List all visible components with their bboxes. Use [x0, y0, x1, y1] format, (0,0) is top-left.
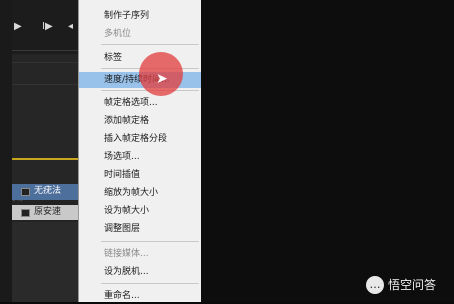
step-back-icon[interactable]: ◂: [68, 22, 73, 32]
menu-separator: [101, 44, 199, 45]
speech-bubble-icon: …: [366, 276, 384, 294]
menu-item-set-to-frame-size[interactable]: 设为帧大小: [79, 203, 201, 219]
menu-item-label-submenu[interactable]: 标签: [79, 50, 201, 66]
menu-item-adjustment-layer[interactable]: 调整图层: [79, 221, 201, 237]
menu-item-label: 场选项...: [104, 152, 140, 162]
track-line: [12, 62, 78, 63]
program-monitor: [201, 0, 454, 302]
menu-item-link-media[interactable]: 链接媒体...: [79, 246, 201, 262]
watermark-text: 悟空问答: [388, 278, 437, 292]
divider: [12, 50, 78, 51]
transport-bar: ▶ I▶ ◂: [12, 0, 78, 54]
menu-item-label: 插入帧定格分段: [104, 134, 168, 144]
menu-item-label: 标签: [104, 53, 123, 63]
menu-item-scale-to-frame-size[interactable]: 缩放为帧大小: [79, 185, 201, 201]
play-icon[interactable]: ▶: [14, 22, 22, 32]
menu-item-label: 链接媒体...: [104, 249, 149, 259]
menu-item-label: 添加帧定格: [104, 116, 150, 126]
timeline-editor: ▶ I▶ ◂ 刻 无疣法 原安速: [12, 0, 78, 302]
menu-item-label: 设为脱机...: [104, 267, 149, 277]
menu-item-label: 设为帧大小: [104, 206, 150, 216]
track-line: [12, 84, 78, 85]
menu-item-multicam[interactable]: 多机位: [79, 26, 201, 42]
work-area-bar[interactable]: [12, 158, 78, 160]
clip-label: 原安速: [34, 207, 62, 217]
menu-item-label: 调整图层: [104, 224, 141, 234]
menu-separator: [101, 241, 199, 242]
menu-item-label: 帧定格选项...: [104, 98, 158, 108]
clip-icon: [21, 209, 30, 217]
clip-label: 无疣法: [34, 186, 62, 196]
clip-selected[interactable]: 无疣法: [12, 184, 78, 200]
screen: ▶ I▶ ◂ 刻 无疣法 原安速 制作子序列 多机位 标签 速度/持续时间...…: [0, 0, 454, 302]
timeline-area[interactable]: 刻: [12, 54, 78, 203]
menu-item-field-options[interactable]: 场选项...: [79, 149, 201, 165]
track-area-lower[interactable]: [12, 222, 78, 302]
menu-item-add-frame-hold[interactable]: 添加帧定格: [79, 113, 201, 129]
clip-icon: [21, 188, 30, 196]
menu-item-label: 制作子序列: [104, 11, 150, 21]
menu-item-time-interpolation[interactable]: 时间插值: [79, 167, 201, 183]
step-forward-icon[interactable]: I▶: [42, 22, 53, 32]
context-menu: 制作子序列 多机位 标签 速度/持续时间... 帧定格选项... 添加帧定格 插…: [78, 0, 202, 302]
menu-item-label: 缩放为帧大小: [104, 188, 159, 198]
menu-item-frame-hold-options[interactable]: 帧定格选项...: [79, 95, 201, 111]
menu-item-insert-frame-hold-segment[interactable]: 插入帧定格分段: [79, 131, 201, 147]
window-border-left: [0, 0, 12, 302]
menu-item-make-offline[interactable]: 设为脱机...: [79, 264, 201, 280]
menu-item-label: 多机位: [104, 29, 132, 39]
menu-separator: [101, 283, 199, 284]
mouse-pointer-icon: ➤: [156, 71, 168, 87]
menu-item-label: 重命名...: [104, 291, 140, 301]
clip[interactable]: 原安速: [12, 205, 78, 220]
menu-item-make-subsequence[interactable]: 制作子序列: [79, 8, 201, 24]
menu-item-label: 时间插值: [104, 170, 141, 180]
